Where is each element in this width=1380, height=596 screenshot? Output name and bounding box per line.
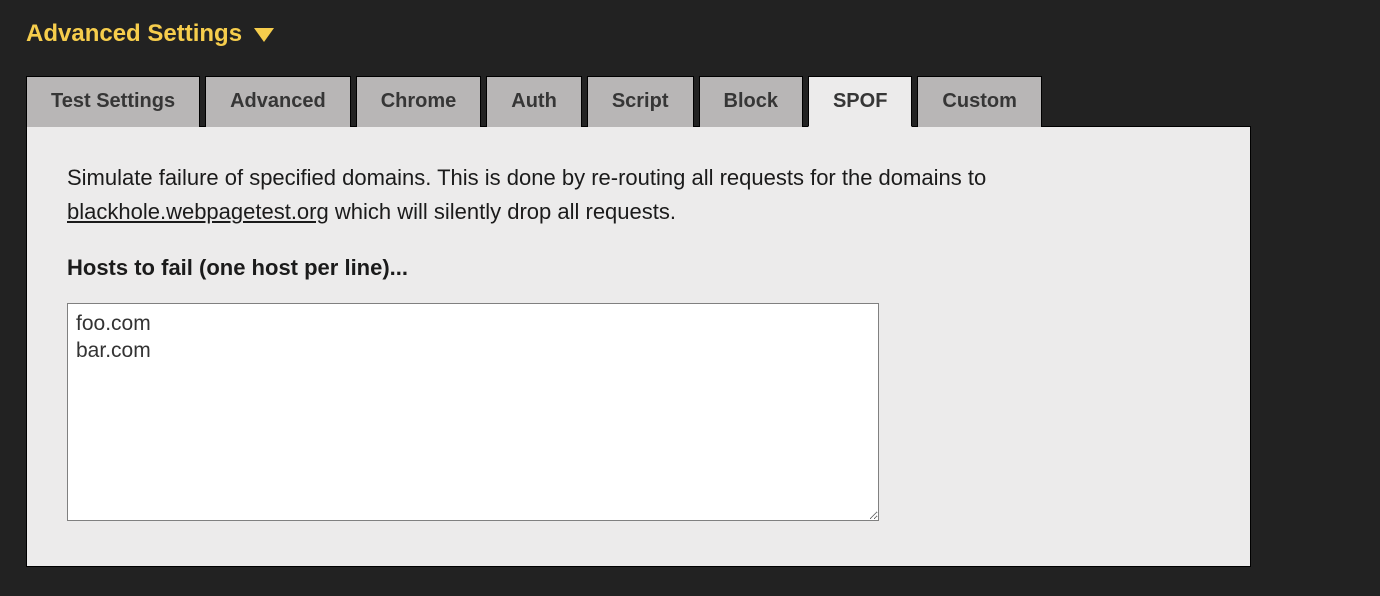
hosts-to-fail-input[interactable] [67,303,879,521]
tab-spof[interactable]: SPOF [808,76,912,127]
tab-block[interactable]: Block [699,76,803,127]
tab-chrome[interactable]: Chrome [356,76,482,127]
chevron-down-icon [254,28,274,42]
advanced-settings-toggle[interactable]: Advanced Settings [26,20,1354,48]
tab-script[interactable]: Script [587,76,694,127]
tab-advanced[interactable]: Advanced [205,76,351,127]
blackhole-link[interactable]: blackhole.webpagetest.org [67,199,329,224]
tab-custom[interactable]: Custom [917,76,1041,127]
page-title: Advanced Settings [26,20,242,48]
tab-panel-spof: Simulate failure of specified domains. T… [26,126,1251,567]
spof-description-text-suffix: which will silently drop all requests. [329,199,676,224]
spof-description: Simulate failure of specified domains. T… [67,161,1210,229]
spof-description-text-prefix: Simulate failure of specified domains. T… [67,165,986,190]
tab-test-settings[interactable]: Test Settings [26,76,200,127]
hosts-to-fail-label: Hosts to fail (one host per line)... [67,255,1210,281]
tab-auth[interactable]: Auth [486,76,582,127]
tab-bar: Test Settings Advanced Chrome Auth Scrip… [26,76,1354,127]
